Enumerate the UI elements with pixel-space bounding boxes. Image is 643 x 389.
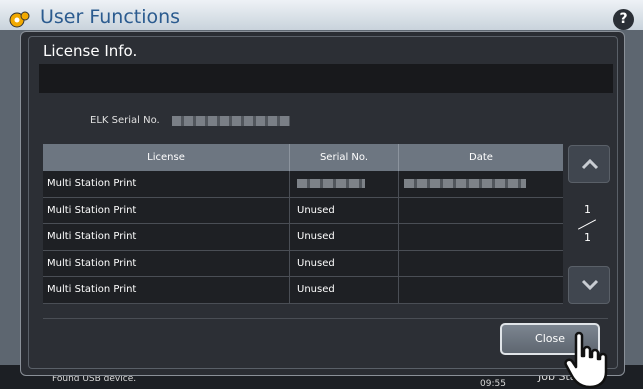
- license-cell: Multi Station Print: [43, 197, 290, 224]
- help-icon[interactable]: ?: [613, 9, 634, 30]
- license-cell: Multi Station Print: [43, 250, 290, 277]
- page-total: 1: [584, 231, 591, 244]
- date-cell-redacted: [399, 171, 563, 197]
- serial-cell: Unused: [290, 250, 399, 277]
- divider: [43, 318, 608, 319]
- chevron-down-icon: [581, 279, 599, 291]
- column-header-license: License: [43, 144, 290, 171]
- serial-cell: Unused: [290, 277, 399, 303]
- date-cell: [399, 198, 563, 224]
- serial-cell-redacted: [290, 171, 399, 197]
- chevron-up-icon: [581, 158, 599, 170]
- table-header: License Serial No. Date: [43, 144, 563, 171]
- page-up-button[interactable]: [568, 145, 610, 183]
- hand-pointer-icon: [564, 331, 608, 389]
- license-cell: Multi Station Print: [43, 224, 290, 250]
- serial-cell: Unused: [290, 224, 399, 250]
- table-row[interactable]: Multi Station Print Unused: [43, 224, 563, 251]
- table-row[interactable]: Multi Station Print: [43, 171, 563, 198]
- message-bar: [39, 64, 613, 93]
- license-cell: Multi Station Print: [43, 171, 290, 197]
- date-cell: [399, 277, 563, 303]
- column-header-date: Date: [469, 152, 493, 163]
- serial-cell: Unused: [290, 197, 399, 224]
- app-title: User Functions: [40, 6, 181, 28]
- page-down-button[interactable]: [568, 266, 610, 304]
- elk-serial-label: ELK Serial No.: [90, 115, 160, 126]
- date-cell: [399, 251, 563, 277]
- table-row[interactable]: Multi Station Print Unused: [43, 250, 563, 278]
- elk-serial-value-redacted: [172, 116, 290, 126]
- status-time: 09:55: [480, 379, 506, 389]
- dialog-title: License Info.: [43, 42, 138, 60]
- table-row[interactable]: Multi Station Print Unused: [43, 277, 563, 304]
- column-header-serial: Serial No.: [290, 144, 399, 171]
- gear-icon: [9, 11, 30, 28]
- table-row[interactable]: Multi Station Print Unused: [43, 197, 563, 225]
- page-current: 1: [584, 203, 591, 216]
- license-table: License Serial No. Date Multi Station Pr…: [43, 144, 563, 304]
- license-cell: Multi Station Print: [43, 277, 290, 303]
- date-cell: [399, 224, 563, 250]
